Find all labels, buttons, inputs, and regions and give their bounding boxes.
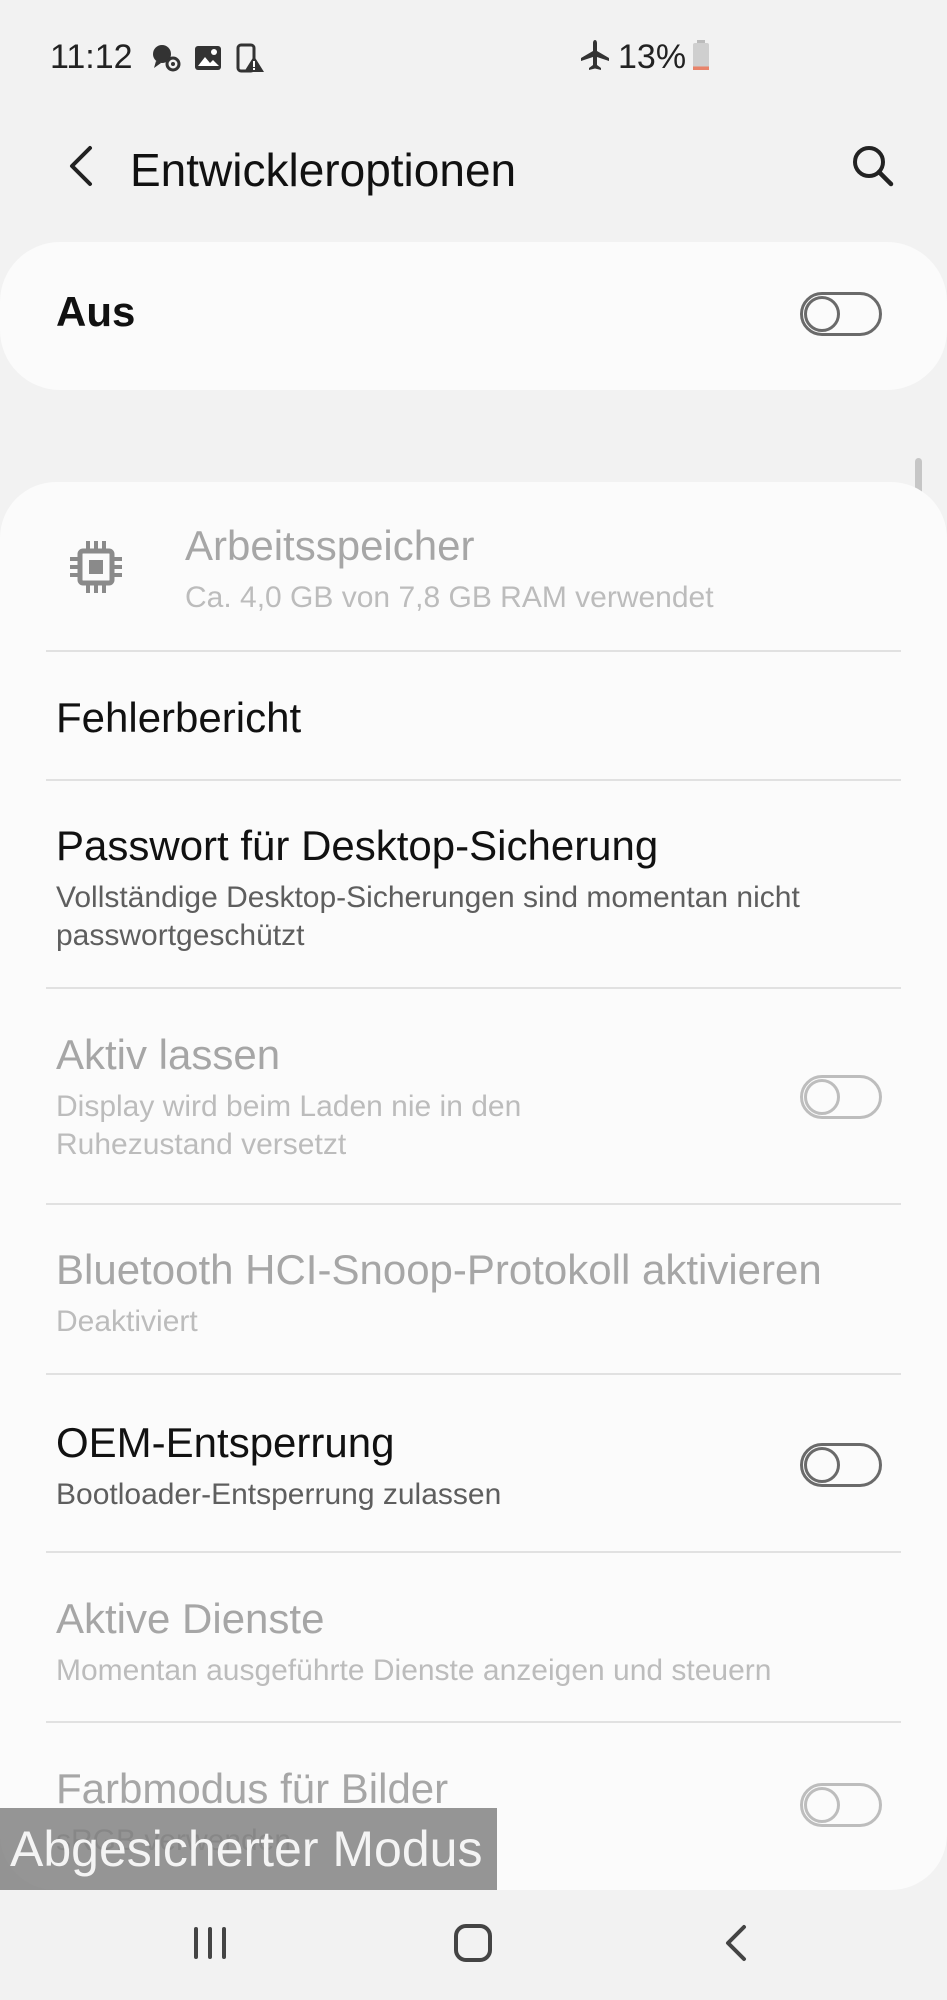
- list-item-desktop-backup-password[interactable]: Passwort für Desktop-Sicherung Vollständ…: [0, 781, 947, 989]
- master-switch-label: Aus: [56, 288, 136, 335]
- color-mode-toggle[interactable]: [800, 1783, 882, 1827]
- status-right: 13%: [578, 38, 710, 77]
- item-title: Arbeitsspeicher: [185, 522, 475, 569]
- home-icon: [451, 1921, 495, 1970]
- list-item-running-services[interactable]: Aktive Dienste Momentan ausgeführte Dien…: [0, 1553, 947, 1723]
- battery-percent: 13%: [618, 38, 687, 76]
- item-title: Aktive Dienste: [56, 1595, 325, 1642]
- home-button[interactable]: [428, 1910, 518, 1980]
- list-item-bluetooth-hci-snoop[interactable]: Bluetooth HCI-Snoop-Protokoll aktivieren…: [0, 1205, 947, 1375]
- settings-list: Arbeitsspeicher Ca. 4,0 GB von 7,8 GB RA…: [0, 482, 947, 1890]
- item-subtitle: Momentan ausgeführte Dienste anzeigen un…: [56, 1654, 772, 1687]
- battery-low-icon: [692, 40, 710, 75]
- oem-unlock-toggle[interactable]: [800, 1443, 882, 1487]
- back-button[interactable]: [48, 136, 112, 200]
- item-subtitle: Display wird beim Laden nie in den Ruhez…: [56, 1090, 522, 1161]
- app-bar: Entwickleroptionen: [0, 120, 947, 220]
- toggle-knob: [804, 1447, 840, 1483]
- memory-chip-icon: [66, 537, 126, 602]
- list-item-bug-report[interactable]: Fehlerbericht: [0, 652, 947, 780]
- back-arrow-icon: [60, 142, 100, 195]
- list-item-memory[interactable]: Arbeitsspeicher Ca. 4,0 GB von 7,8 GB RA…: [0, 482, 947, 652]
- notification-chat-icon: [150, 42, 182, 79]
- item-title: Aktiv lassen: [56, 1031, 281, 1078]
- page-title: Entwickleroptionen: [130, 144, 517, 196]
- toggle-knob: [804, 1079, 840, 1115]
- item-subtitle: Ca. 4,0 GB von 7,8 GB RAM verwendet: [185, 581, 714, 614]
- device-warning-icon: [234, 42, 266, 79]
- airplane-mode-icon: [578, 38, 612, 77]
- status-notification-icons: [150, 42, 266, 79]
- search-button[interactable]: [838, 136, 908, 200]
- item-title: OEM-Entsperrung: [56, 1419, 395, 1466]
- status-bar: 11:12 13%: [0, 0, 947, 120]
- item-subtitle: Vollständige Desktop-Sicherungen sind mo…: [56, 881, 800, 952]
- item-subtitle: Bootloader-Entsperrung zulassen: [56, 1478, 502, 1511]
- item-title: Fehlerbericht: [56, 694, 302, 741]
- recent-apps-button[interactable]: [165, 1910, 255, 1980]
- developer-options-master-switch[interactable]: Aus: [0, 242, 947, 390]
- nav-back-button[interactable]: [692, 1910, 782, 1980]
- battery-fill: [693, 66, 710, 70]
- master-toggle[interactable]: [800, 292, 882, 336]
- toggle-knob: [804, 296, 840, 332]
- search-icon: [850, 143, 896, 194]
- toggle-knob: [804, 1787, 840, 1823]
- back-icon: [717, 1921, 757, 1970]
- item-title: Bluetooth HCI-Snoop-Protokoll aktivieren: [56, 1246, 822, 1293]
- recent-apps-icon: [188, 1923, 232, 1968]
- item-title: Farbmodus für Bilder: [56, 1765, 449, 1812]
- item-title: Passwort für Desktop-Sicherung: [56, 822, 659, 869]
- list-item-oem-unlock[interactable]: OEM-Entsperrung Bootloader-Entsperrung z…: [0, 1375, 947, 1553]
- stay-awake-toggle[interactable]: [800, 1075, 882, 1119]
- list-item-stay-awake[interactable]: Aktiv lassen Display wird beim Laden nie…: [0, 989, 947, 1205]
- status-time: 11:12: [50, 38, 133, 76]
- navigation-bar: [0, 1890, 947, 2000]
- item-subtitle: Deaktiviert: [56, 1305, 198, 1338]
- gallery-icon: [192, 42, 224, 79]
- safe-mode-watermark: Abgesicherter Modus: [0, 1808, 497, 1890]
